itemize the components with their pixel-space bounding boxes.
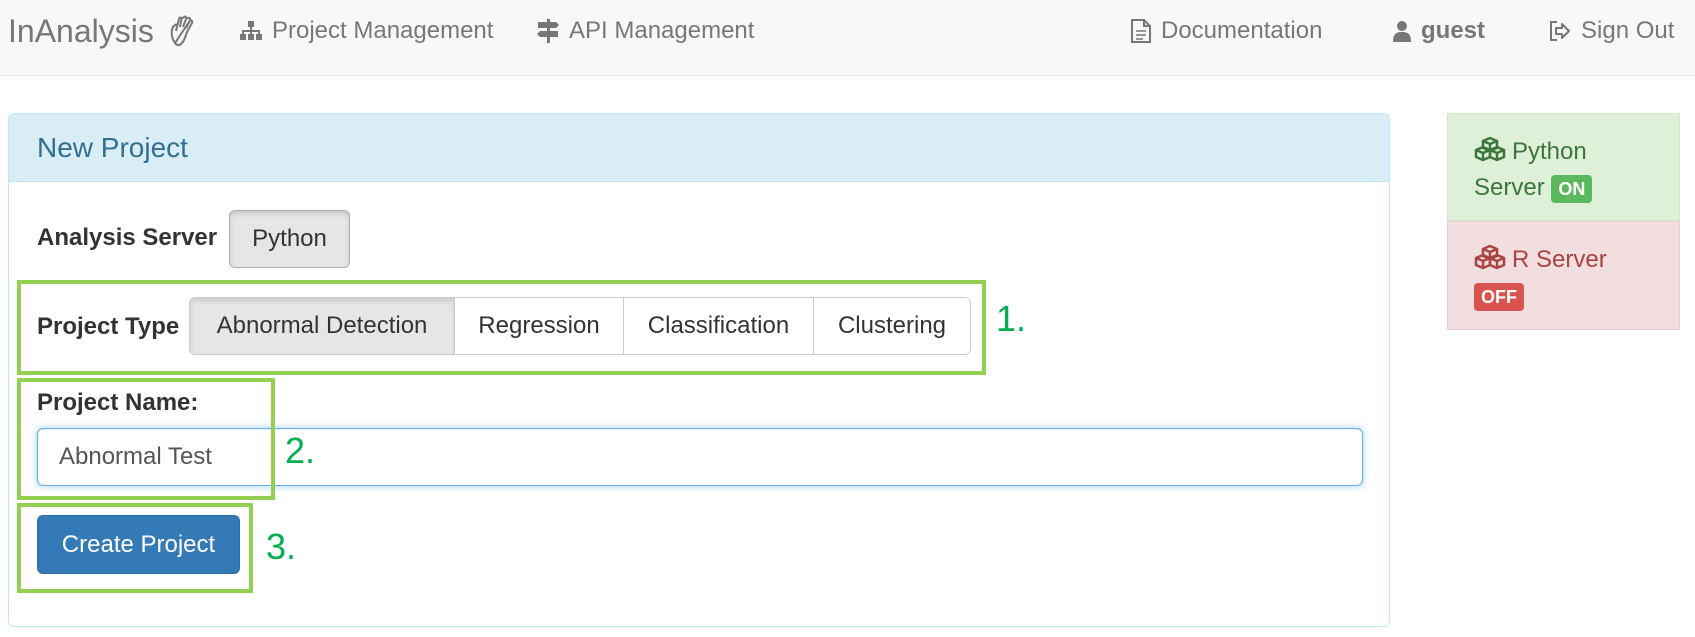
- document-icon: [1131, 19, 1151, 43]
- signpost-icon: [537, 19, 559, 43]
- waving-hand-icon: [170, 15, 194, 47]
- r-server-status: R Server OFF: [1447, 221, 1680, 330]
- r-server-name: R Server: [1512, 246, 1607, 273]
- brand-link[interactable]: InAnalysis: [8, 0, 212, 62]
- analysis-server-label: Analysis Server: [37, 224, 218, 251]
- nav-documentation[interactable]: Documentation: [1131, 0, 1322, 62]
- nav-user[interactable]: guest: [1393, 0, 1485, 62]
- nav-project-management-label: Project Management: [272, 17, 494, 44]
- python-server-name-1: Python: [1512, 138, 1587, 165]
- r-server-status-badge: OFF: [1474, 282, 1524, 311]
- step-number-2: 2.: [285, 430, 316, 471]
- sign-out-icon: [1550, 21, 1570, 41]
- analysis-server-python-button[interactable]: Python: [229, 210, 350, 268]
- python-server-name-2: Server: [1474, 174, 1545, 201]
- nav-documentation-label: Documentation: [1161, 17, 1323, 44]
- highlight-box-step-3: [17, 503, 253, 593]
- sitemap-icon: [240, 21, 262, 40]
- nav-project-management[interactable]: Project Management: [240, 0, 493, 62]
- python-server-status: Python Server ON: [1447, 113, 1680, 221]
- cubes-icon: [1474, 136, 1506, 162]
- top-navbar: InAnalysis Project Management API Manage…: [0, 0, 1695, 76]
- nav-sign-out[interactable]: Sign Out: [1549, 0, 1674, 62]
- highlight-box-step-2: [17, 378, 275, 500]
- highlight-box-step-1: [17, 280, 986, 375]
- nav-user-label: guest: [1421, 17, 1486, 44]
- brand-name: InAnalysis: [8, 12, 154, 49]
- panel-title: New Project: [9, 114, 1389, 182]
- step-number-1: 1.: [996, 298, 1027, 339]
- step-number-3: 3.: [266, 526, 297, 567]
- cubes-icon: [1474, 244, 1506, 270]
- nav-api-management[interactable]: API Management: [537, 0, 754, 62]
- nav-api-management-label: API Management: [569, 17, 755, 44]
- user-icon: [1393, 21, 1411, 42]
- python-server-status-badge: ON: [1551, 174, 1593, 203]
- nav-sign-out-label: Sign Out: [1581, 17, 1675, 44]
